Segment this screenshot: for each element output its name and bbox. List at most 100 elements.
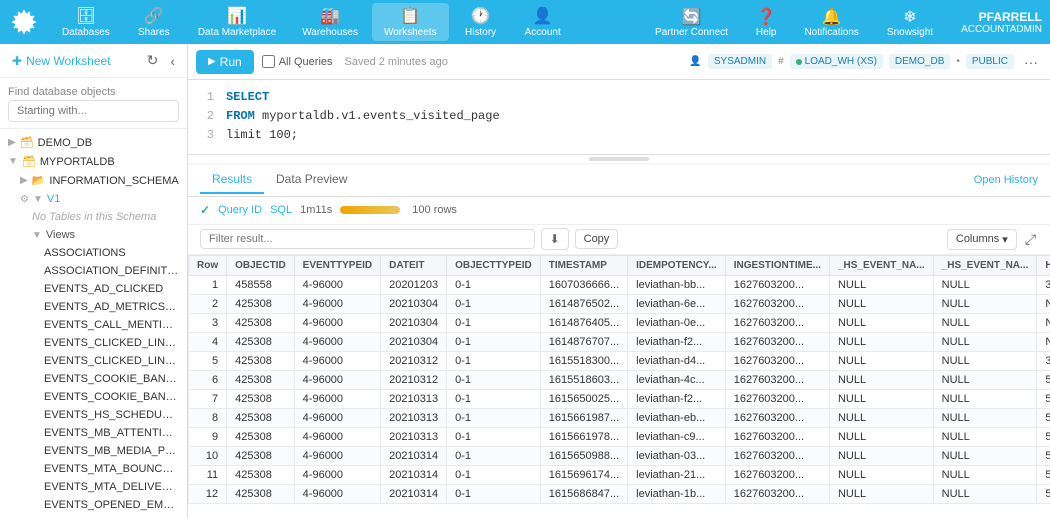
- table-cell: leviathan-c9...: [628, 427, 726, 446]
- tree-view-events-mta-bounced[interactable]: EVENTS_MTA_BOUNCED_EMAIL_V2: [0, 460, 187, 478]
- table-cell: 0-1: [447, 446, 541, 465]
- tree-view-events-cookie-clicked[interactable]: EVENTS_COOKIE_BANNER_CLICKED: [0, 370, 187, 388]
- table-cell: 425308: [227, 294, 295, 313]
- nav-databases[interactable]: 🗄 Databases: [50, 3, 122, 41]
- nav-notifications[interactable]: 🔔 Notifications: [796, 3, 866, 42]
- tab-results[interactable]: Results: [200, 166, 264, 194]
- nav-snowsight[interactable]: ❄ Snowsight: [879, 3, 941, 42]
- run-button[interactable]: ▶ Run: [196, 50, 254, 74]
- tab-data-preview[interactable]: Data Preview: [264, 166, 359, 194]
- sql-link[interactable]: SQL: [270, 204, 292, 216]
- nav-shares[interactable]: 🔗 Shares: [124, 3, 184, 41]
- table-cell: 1627603200...: [725, 389, 829, 408]
- table-cell: 4-96000: [294, 427, 380, 446]
- role-badge[interactable]: SYSADMIN: [708, 54, 772, 69]
- table-body: 14585584-96000202012030-11607036666...le…: [189, 275, 1050, 503]
- table-cell: 5314138100: [1037, 408, 1050, 427]
- table-cell: 1627603200...: [725, 408, 829, 427]
- chevron-down-icon: ▼: [8, 156, 18, 167]
- tree-view-events-mb-attn[interactable]: EVENTS_MB_ATTENTION_SPAN: [0, 424, 187, 442]
- table-cell: NULL: [933, 484, 1037, 503]
- help-icon: ❓: [756, 7, 776, 27]
- table-cell: NULL: [933, 332, 1037, 351]
- nav-help[interactable]: ❓ Help: [748, 3, 785, 42]
- table-cell: 4-96000: [294, 275, 380, 294]
- table-cell: leviathan-f2...: [628, 332, 726, 351]
- refresh-button[interactable]: ↻: [143, 50, 163, 71]
- code-editor[interactable]: 1 SELECT 2 FROM myportaldb.v1.events_vis…: [188, 80, 1050, 155]
- nav-marketplace[interactable]: 📊 Data Marketplace: [186, 3, 288, 41]
- tree-schema-infosys[interactable]: ▶ 📂 INFORMATION_SCHEMA: [0, 171, 187, 190]
- tree-view-events-mta-deliv[interactable]: EVENTS_MTA_DELIVERED_EMAIL_V2: [0, 478, 187, 496]
- table-cell: 0-1: [447, 370, 541, 389]
- nav-worksheets[interactable]: 📋 Worksheets: [372, 3, 449, 41]
- tree-db-myportaldb[interactable]: ▼ 🗃 MYPORTALDB: [0, 152, 187, 171]
- expand-button[interactable]: ⤢: [1023, 229, 1038, 250]
- tree-view-events-clicked-email[interactable]: EVENTS_CLICKED_LINK_IN_EMAI...: [0, 334, 187, 352]
- tree-views-section[interactable]: ▼ Views: [0, 226, 187, 244]
- tree-view-events-opened-inbox[interactable]: EVENTS_OPENED_TRACKED_INBOX...: [0, 514, 187, 518]
- tree-view-events-call[interactable]: EVENTS_CALL_MENTIONED_KEYW...: [0, 316, 187, 334]
- data-table-wrap[interactable]: Row OBJECTID EVENTTYPEID DATEIT OBJECTTY…: [188, 255, 1050, 518]
- columns-button[interactable]: Columns ▾: [947, 229, 1017, 250]
- tree-schema-v1[interactable]: ⚙ ▼ V1: [0, 190, 187, 208]
- table-cell: 1627603200...: [725, 465, 829, 484]
- tree-view-events-hs-sched[interactable]: EVENTS_HS_SCHEDULED_EMAIL_V2: [0, 406, 187, 424]
- play-icon: ▶: [208, 56, 216, 67]
- more-options-button[interactable]: ···: [1020, 52, 1042, 72]
- nav-history[interactable]: 🕐 History: [451, 3, 511, 41]
- table-cell: NULL: [933, 427, 1037, 446]
- plus-icon: ✚: [12, 54, 22, 68]
- tree-view-events-mb-media[interactable]: EVENTS_MB_MEDIA_PLAYED: [0, 442, 187, 460]
- table-cell: 425308: [227, 446, 295, 465]
- tree-view-events-clicked-track[interactable]: EVENTS_CLICKED_LINK_IN_TRAC...: [0, 352, 187, 370]
- tree-view-assoc-def[interactable]: ASSOCIATION_DEFINITIONS: [0, 262, 187, 280]
- open-history-button[interactable]: Open History: [974, 174, 1038, 186]
- table-cell: 20210313: [381, 389, 447, 408]
- search-input[interactable]: [8, 100, 179, 122]
- table-cell: 1627603200...: [725, 446, 829, 465]
- row-number-cell: 6: [189, 370, 227, 389]
- table-cell: 20210312: [381, 370, 447, 389]
- query-id-link[interactable]: Query ID: [218, 204, 262, 216]
- snowflake-logo[interactable]: [8, 6, 40, 38]
- collapse-button[interactable]: ‹: [166, 51, 179, 71]
- new-worksheet-button[interactable]: ✚ New Worksheet: [8, 52, 139, 70]
- table-cell: leviathan-21...: [628, 465, 726, 484]
- table-cell: NULL: [933, 294, 1037, 313]
- schema-badge[interactable]: PUBLIC: [966, 54, 1014, 69]
- table-cell: 20201203: [381, 275, 447, 294]
- tree-view-associations[interactable]: ASSOCIATIONS: [0, 244, 187, 262]
- tree-view-events-cookie-viewed[interactable]: EVENTS_COOKIE_BANNER_VIEWED: [0, 388, 187, 406]
- table-cell: NULL: [829, 351, 933, 370]
- nav-warehouses[interactable]: 🏭 Warehouses: [290, 3, 370, 41]
- table-cell: 4-96000: [294, 446, 380, 465]
- database-tree: ▶ 🗃 DEMO_DB ▼ 🗃 MYPORTALDB ▶ 📂 INFORMATI…: [0, 129, 187, 518]
- tree-db-demodb[interactable]: ▶ 🗃 DEMO_DB: [0, 133, 187, 152]
- nav-partner-connect[interactable]: 🔄 Partner Connect: [647, 3, 736, 42]
- col-hs-content: HS_CONTENT_II...: [1037, 255, 1050, 275]
- warehouse-badge[interactable]: LOAD_WH (XS): [790, 54, 883, 69]
- user-profile[interactable]: PFARRELL ACCOUNTADMIN: [961, 10, 1042, 35]
- all-queries-checkbox-label[interactable]: All Queries: [262, 55, 333, 68]
- table-cell: 20210304: [381, 313, 447, 332]
- table-row: 94253084-96000202103130-11615661978...le…: [189, 427, 1050, 446]
- table-cell: 0-1: [447, 313, 541, 332]
- table-cell: NULL: [933, 389, 1037, 408]
- find-objects-label: Find database objects: [8, 84, 179, 100]
- all-queries-checkbox[interactable]: [262, 55, 275, 68]
- tree-view-events-opened-email[interactable]: EVENTS_OPENED_EMAIL_V2: [0, 496, 187, 514]
- saved-status: Saved 2 minutes ago: [345, 56, 448, 68]
- tree-view-events-ad-click[interactable]: EVENTS_AD_CLICKED: [0, 280, 187, 298]
- nav-account[interactable]: 👤 Account: [513, 3, 573, 41]
- copy-button[interactable]: Copy: [575, 229, 619, 249]
- filter-input[interactable]: [200, 229, 535, 249]
- table-cell: 425308: [227, 313, 295, 332]
- progress-bar-inner: [340, 206, 400, 214]
- tree-view-events-ad-metrics[interactable]: EVENTS_AD_METRICS_IMPORTED_...: [0, 298, 187, 316]
- code-line-1: 1 SELECT: [200, 88, 1038, 107]
- database-badge[interactable]: DEMO_DB: [889, 54, 950, 69]
- row-count: 100 rows: [412, 204, 457, 216]
- download-button[interactable]: ⬇: [541, 228, 569, 250]
- table-cell: NULL: [829, 446, 933, 465]
